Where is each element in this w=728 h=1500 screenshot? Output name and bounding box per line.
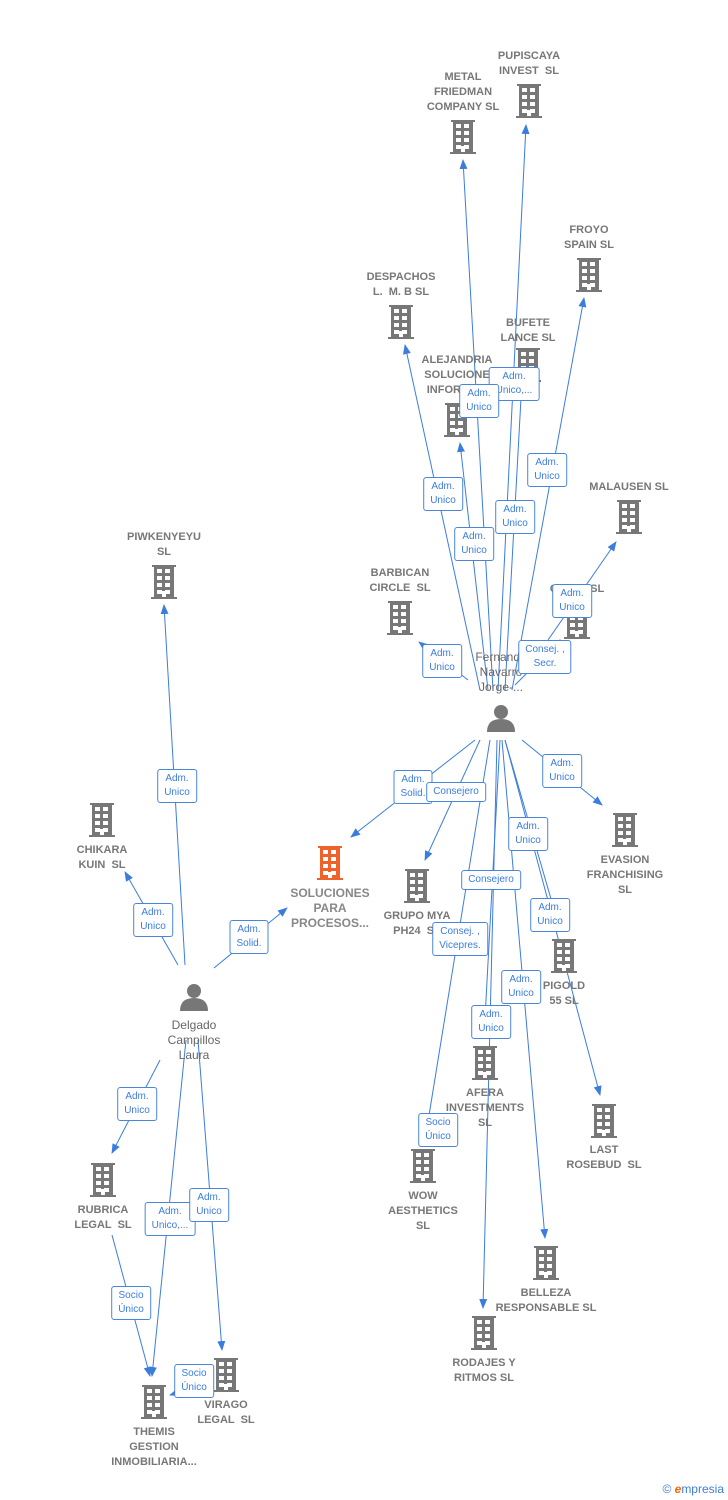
- building-icon[interactable]: [591, 1104, 617, 1138]
- edge-role-label: Adm. Unico: [542, 754, 582, 788]
- company-node-label[interactable]: PIWKENYEYU SL: [127, 530, 201, 560]
- brand-rest: mpresia: [681, 1482, 724, 1496]
- company-node-label[interactable]: RUBRICA LEGAL SL: [74, 1203, 131, 1233]
- company-node-label[interactable]: EVASION FRANCHISING SL: [587, 853, 663, 898]
- copyright-symbol: ©: [662, 1482, 672, 1496]
- building-icon[interactable]: [387, 601, 413, 635]
- company-node-label[interactable]: PIGOLD 55 SL: [543, 979, 585, 1009]
- company-node-label[interactable]: VIRAGO LEGAL SL: [197, 1398, 254, 1428]
- company-node-label[interactable]: CHIKARA KUIN SL: [77, 843, 128, 873]
- building-icon[interactable]: [317, 846, 343, 880]
- company-node-label[interactable]: THEMIS GESTION INMOBILIARIA...: [111, 1425, 197, 1470]
- company-node-label[interactable]: MALAUSEN SL: [589, 480, 668, 495]
- person-icon[interactable]: [487, 705, 515, 732]
- person-icon[interactable]: [180, 984, 208, 1011]
- edge-role-label: Adm. Unico: [501, 970, 541, 1004]
- company-node-label[interactable]: SOLUCIONES PARA PROCESOS...: [290, 886, 369, 931]
- edge-role-label: Adm. Unico: [530, 898, 570, 932]
- building-icon[interactable]: [516, 84, 542, 118]
- edge-role-label: Consej. , Secr.: [518, 640, 572, 674]
- network-graph: [89, 84, 642, 1419]
- company-node-label[interactable]: METAL FRIEDMAN COMPANY SL: [427, 70, 499, 115]
- building-icon[interactable]: [472, 1046, 498, 1080]
- building-icon[interactable]: [410, 1149, 436, 1183]
- building-icon[interactable]: [151, 565, 177, 599]
- edge-role-label: Consejero: [426, 782, 486, 802]
- edge-role-label: Adm. Unico: [133, 903, 173, 937]
- edge-role-label: Adm. Unico,...: [144, 1202, 196, 1236]
- building-icon[interactable]: [612, 813, 638, 847]
- edge-role-label: Adm. Unico: [471, 1005, 511, 1039]
- building-icon[interactable]: [141, 1385, 167, 1419]
- edge-role-label: Adm. Unico: [117, 1087, 157, 1121]
- edge-role-label: Socio Único: [174, 1364, 214, 1398]
- company-node-label[interactable]: PUPISCAYA INVEST SL: [498, 49, 560, 79]
- edge-role-label: Adm. Solid.: [229, 920, 269, 954]
- building-icon[interactable]: [471, 1316, 497, 1350]
- edge-line: [497, 124, 530, 691]
- company-node-label[interactable]: RODAJES Y RITMOS SL: [452, 1356, 515, 1386]
- building-icon[interactable]: [404, 869, 430, 903]
- edge-role-label: Adm. Unico: [552, 584, 592, 618]
- edge-role-label: Adm. Unico: [527, 453, 567, 487]
- building-icon[interactable]: [213, 1358, 239, 1392]
- edge-role-label: Adm. Unico: [422, 644, 462, 678]
- edge-role-label: Socio Único: [418, 1113, 458, 1147]
- building-icon[interactable]: [388, 305, 414, 339]
- company-node-label[interactable]: BUFETE LANCE SL: [501, 316, 556, 346]
- company-node-label[interactable]: BELLEZA RESPONSABLE SL: [496, 1286, 597, 1316]
- company-node-label[interactable]: WOW AESTHETICS SL: [388, 1189, 458, 1234]
- edge-role-label: Consejero: [461, 870, 521, 890]
- edge-role-label: Adm. Unico: [454, 527, 494, 561]
- building-icon[interactable]: [533, 1246, 559, 1280]
- company-node-label[interactable]: DESPACHOS L. M. B SL: [367, 270, 436, 300]
- edge-role-label: Adm. Unico: [423, 477, 463, 511]
- edge-role-label: Adm. Unico: [157, 769, 197, 803]
- building-icon[interactable]: [551, 939, 577, 973]
- edge-role-label: Adm. Unico: [459, 384, 499, 418]
- company-node-label[interactable]: BARBICAN CIRCLE SL: [369, 566, 430, 596]
- company-node-label[interactable]: FROYO SPAIN SL: [564, 223, 614, 253]
- edge-role-label: Consej. , Vicepres.: [432, 922, 488, 956]
- person-node-label[interactable]: Delgado Campillos Laura: [168, 1018, 221, 1063]
- building-icon[interactable]: [450, 120, 476, 154]
- edge-role-label: Adm. Unico: [189, 1188, 229, 1222]
- edge-line: [459, 159, 494, 691]
- building-icon[interactable]: [90, 1163, 116, 1197]
- company-node-label[interactable]: LAST ROSEBUD SL: [566, 1143, 641, 1173]
- edge-role-label: Adm. Unico: [495, 500, 535, 534]
- building-icon[interactable]: [616, 500, 642, 534]
- edge-role-label: Adm. Unico: [508, 817, 548, 851]
- edge-role-label: Socio Único: [111, 1286, 151, 1320]
- empresia-logo: © empresia: [662, 1482, 724, 1496]
- building-icon[interactable]: [89, 803, 115, 837]
- building-icon[interactable]: [576, 258, 602, 292]
